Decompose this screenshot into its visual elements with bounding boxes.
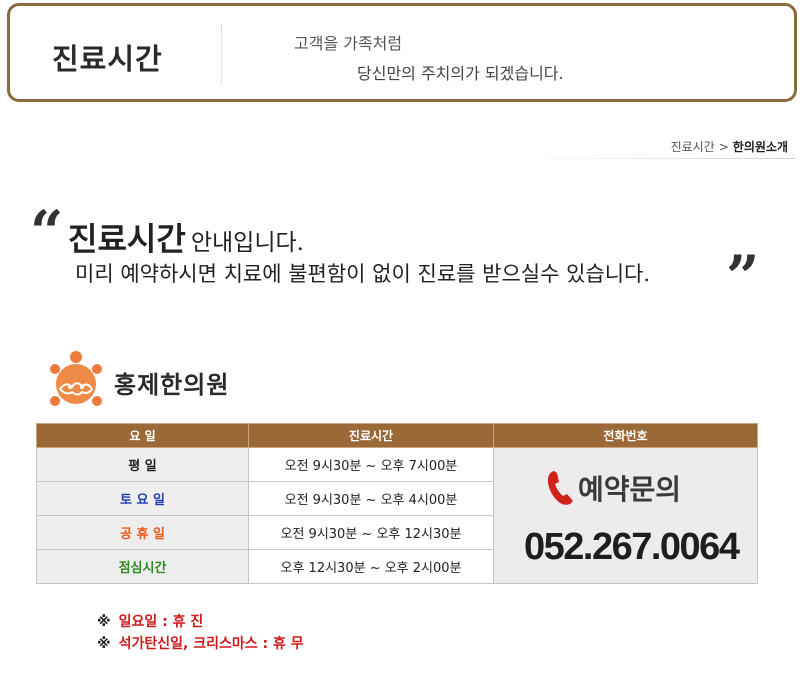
intro-description: 미리 예약하시면 치료에 불편함이 없이 진료를 받으실수 있습니다. [75, 262, 651, 286]
quote-open-icon: “ [30, 198, 64, 266]
header-day: 요 일 [36, 423, 249, 448]
page-title: 진료시간 [52, 42, 163, 76]
day-weekday: 평 일 [36, 447, 249, 482]
intro-title: 진료시간 [68, 220, 186, 258]
header-time: 진료시간 [248, 423, 494, 448]
time-saturday: 오전 9시30분 ~ 오후 4시00분 [248, 481, 494, 516]
header-tagline-1: 고객을 가족처럼 [294, 34, 403, 53]
header-tagline-2: 당신만의 주치의가 되겠습니다. [357, 64, 564, 83]
breadcrumb-item-clinic-intro[interactable]: 한의원소개 [733, 138, 788, 155]
header-phone: 전화번호 [493, 423, 758, 448]
table-row: 평 일 오전 9시30분 ~ 오후 7시00분 예약문의 052.267.006… [36, 447, 758, 584]
time-weekday: 오전 9시30분 ~ 오후 7시00분 [248, 447, 494, 482]
sun-cloud-logo-icon [50, 351, 102, 406]
breadcrumb-underline [520, 158, 795, 159]
breadcrumb: 진료시간 > 한의원소개 [671, 138, 788, 155]
reservation-label-group: 예약문의 [546, 468, 681, 508]
phone-icon [547, 471, 573, 505]
contact-cell: 예약문의 052.267.0064 [493, 447, 758, 584]
time-lunch: 오후 12시30분 ~ 오후 2시00분 [248, 549, 494, 584]
notes: ※ 일요일 : 휴 진 ※ 석가탄신일, 크리스마스 : 휴 무 [97, 611, 304, 655]
clinic-name: 홍제한의원 [114, 369, 230, 399]
day-saturday: 토 요 일 [36, 481, 249, 516]
hours-table: 요 일 진료시간 전화번호 평 일 오전 9시30분 ~ 오후 7시00분 예약… [36, 423, 758, 584]
day-holiday: 공 휴 일 [36, 515, 249, 550]
reservation-label: 예약문의 [578, 473, 682, 506]
clinic-logo: 홍제한의원 [46, 347, 229, 411]
reservation-inquiry[interactable]: 예약문의 052.267.0064 [494, 448, 757, 583]
time-holiday: 오전 9시30분 ~ 오후 12시30분 [248, 515, 494, 550]
note-holidays: ※ 석가탄신일, 크리스마스 : 휴 무 [97, 633, 304, 655]
breadcrumb-item-hours[interactable]: 진료시간 [671, 138, 715, 155]
header-divider [221, 24, 222, 84]
phone-number[interactable]: 052.267.0064 [524, 526, 740, 569]
header-box: 진료시간 고객을 가족처럼 당신만의 주치의가 되겠습니다. [7, 3, 797, 102]
breadcrumb-separator: > [718, 139, 729, 154]
table-header-row: 요 일 진료시간 전화번호 [36, 423, 758, 448]
note-text: 일요일 : 휴 진 [118, 614, 204, 630]
intro-heading: 진료시간 안내입니다. [68, 214, 304, 260]
quote-close-icon: ” [726, 243, 760, 311]
day-lunch: 점심시간 [36, 549, 249, 584]
note-text: 석가탄신일, 크리스마스 : 휴 무 [118, 636, 304, 652]
note-sunday: ※ 일요일 : 휴 진 [97, 611, 304, 633]
note-mark: ※ [97, 614, 111, 630]
note-mark: ※ [97, 636, 111, 652]
intro-title-suffix: 안내입니다. [190, 230, 304, 256]
